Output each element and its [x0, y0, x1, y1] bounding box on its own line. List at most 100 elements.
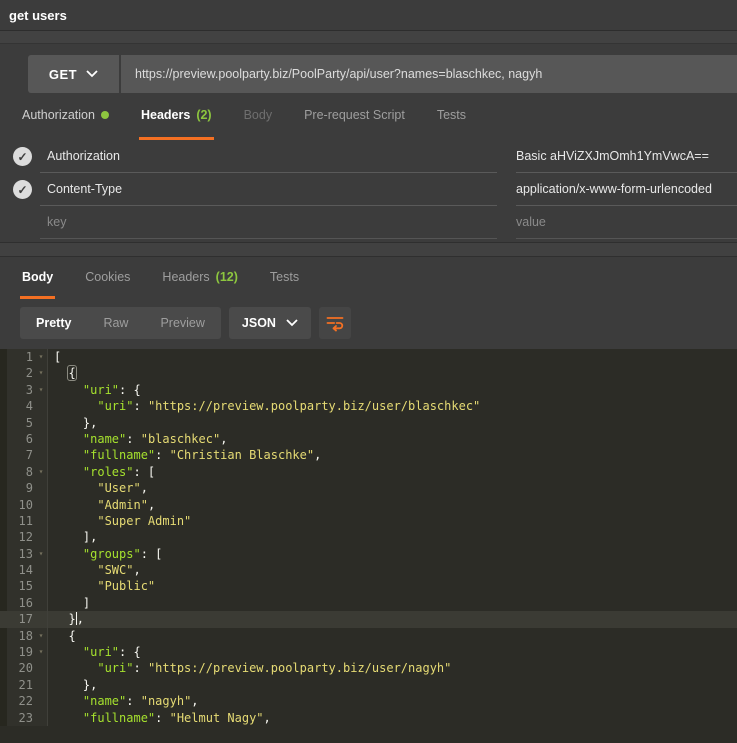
code-text[interactable]: "uri": {	[48, 382, 737, 398]
code-text[interactable]: [	[48, 349, 737, 365]
url-input[interactable]: https://preview.poolparty.biz/PoolParty/…	[121, 55, 737, 93]
header-key-field[interactable]: Authorization	[40, 140, 497, 173]
json-key: "roles"	[83, 465, 134, 479]
fold-arrow-icon[interactable]: ▾	[35, 546, 47, 562]
header-checkbox-cell: ✓	[0, 140, 40, 173]
code-text[interactable]: "uri": "https://preview.poolparty.biz/us…	[48, 398, 737, 414]
json-string: "https://preview.poolparty.biz/user/nagy…	[148, 661, 451, 675]
fold-arrow-icon[interactable]: ▾	[35, 365, 47, 381]
code-text[interactable]: {	[48, 365, 737, 381]
code-text[interactable]: },	[48, 415, 737, 431]
gutter-cell: 23	[0, 710, 48, 726]
line-number: 2	[7, 365, 35, 381]
code-line[interactable]: 12 ],	[0, 529, 737, 545]
fold-arrow-icon[interactable]: ▾	[35, 644, 47, 660]
line-number: 16	[7, 595, 35, 611]
code-line[interactable]: 7 "fullname": "Christian Blaschke",	[0, 447, 737, 463]
code-line[interactable]: 6 "name": "blaschkec",	[0, 431, 737, 447]
line-number: 7	[7, 447, 35, 463]
code-text[interactable]: {	[48, 628, 737, 644]
checked-checkbox-icon[interactable]: ✓	[13, 180, 32, 199]
header-value-field[interactable]: application/x-www-form-urlencoded	[516, 173, 737, 206]
code-line[interactable]: 11 "Super Admin"	[0, 513, 737, 529]
code-text[interactable]: "Public"	[48, 578, 737, 594]
request-tab-pre-request-script[interactable]: Pre-request Script	[302, 93, 407, 140]
code-line[interactable]: 4 "uri": "https://preview.poolparty.biz/…	[0, 398, 737, 414]
code-text[interactable]: "fullname": "Christian Blaschke",	[48, 447, 737, 463]
request-tab-body[interactable]: Body	[242, 93, 275, 140]
code-text[interactable]: "groups": [	[48, 546, 737, 562]
response-tab-cookies[interactable]: Cookies	[83, 257, 132, 299]
code-text[interactable]: },	[48, 677, 737, 693]
code-text[interactable]: "uri": "https://preview.poolparty.biz/us…	[48, 660, 737, 676]
json-punctuation: : {	[119, 383, 141, 397]
code-text[interactable]: "SWC",	[48, 562, 737, 578]
json-punctuation: :	[133, 661, 147, 675]
response-code-editor[interactable]: 1▾[2▾ {3▾ "uri": {4 "uri": "https://prev…	[0, 349, 737, 743]
method-select[interactable]: GET	[28, 55, 119, 93]
gutter-cell: 2▾	[0, 365, 48, 381]
code-line[interactable]: 5 },	[0, 415, 737, 431]
format-select[interactable]: JSON	[229, 307, 311, 339]
code-text[interactable]: "name": "blaschkec",	[48, 431, 737, 447]
code-line[interactable]: 23 "fullname": "Helmut Nagy",	[0, 710, 737, 726]
line-number: 6	[7, 431, 35, 447]
wrap-button[interactable]	[319, 307, 351, 339]
fold-arrow-icon[interactable]: ▾	[35, 464, 47, 480]
code-text[interactable]: "uri": {	[48, 644, 737, 660]
code-text[interactable]: "name": "nagyh",	[48, 693, 737, 709]
code-line[interactable]: 13▾ "groups": [	[0, 546, 737, 562]
code-line[interactable]: 1▾[	[0, 349, 737, 365]
view-mode-raw[interactable]: Raw	[87, 307, 144, 339]
code-line[interactable]: 18▾ {	[0, 628, 737, 644]
view-mode-preview[interactable]: Preview	[144, 307, 220, 339]
checked-checkbox-icon[interactable]: ✓	[13, 147, 32, 166]
code-line[interactable]: 20 "uri": "https://preview.poolparty.biz…	[0, 660, 737, 676]
code-line[interactable]: 21 },	[0, 677, 737, 693]
code-line[interactable]: 8▾ "roles": [	[0, 464, 737, 480]
line-number: 8	[7, 464, 35, 480]
request-tab-authorization[interactable]: Authorization	[20, 93, 111, 140]
request-tab-tests[interactable]: Tests	[435, 93, 468, 140]
header-key-field[interactable]: Content-Type	[40, 173, 497, 206]
tab-count-badge: (12)	[216, 270, 238, 284]
code-line[interactable]: 15 "Public"	[0, 578, 737, 594]
fold-arrow-icon[interactable]: ▾	[35, 628, 47, 644]
column-gap	[497, 140, 516, 173]
view-mode-pretty[interactable]: Pretty	[20, 307, 87, 339]
header-value-field[interactable]: Basic aHViZXJmOmh1YmVwcA==	[516, 140, 737, 173]
line-number: 3	[7, 382, 35, 398]
gutter-cell: 19▾	[0, 644, 48, 660]
code-line[interactable]: 19▾ "uri": {	[0, 644, 737, 660]
code-line[interactable]: 22 "name": "nagyh",	[0, 693, 737, 709]
code-line[interactable]: 16 ]	[0, 595, 737, 611]
fold-arrow-icon[interactable]: ▾	[35, 349, 47, 365]
code-text[interactable]: ],	[48, 529, 737, 545]
header-row: ✓ Content-Type application/x-www-form-urle…	[0, 173, 737, 206]
code-text[interactable]: "Admin",	[48, 497, 737, 513]
json-string: "https://preview.poolparty.biz/user/blas…	[148, 399, 480, 413]
code-text[interactable]: "fullname": "Helmut Nagy",	[48, 710, 737, 726]
code-line[interactable]: 14 "SWC",	[0, 562, 737, 578]
code-text[interactable]: "roles": [	[48, 464, 737, 480]
fold-arrow-icon[interactable]: ▾	[35, 382, 47, 398]
code-line[interactable]: 9 "User",	[0, 480, 737, 496]
code-line[interactable]: 17 },	[0, 611, 737, 627]
json-key: "fullname"	[83, 448, 155, 462]
new-header-key-field[interactable]: key	[40, 206, 497, 239]
new-header-value-field[interactable]: value	[516, 206, 737, 239]
code-text[interactable]: ]	[48, 595, 737, 611]
code-text[interactable]: },	[48, 611, 737, 627]
json-key: "uri"	[97, 399, 133, 413]
response-tab-tests[interactable]: Tests	[268, 257, 301, 299]
code-text[interactable]: "Super Admin"	[48, 513, 737, 529]
code-line[interactable]: 10 "Admin",	[0, 497, 737, 513]
request-title: get users	[9, 8, 67, 23]
response-tabs: Body Cookies Headers(12) Tests	[0, 257, 737, 299]
response-tab-headers[interactable]: Headers(12)	[160, 257, 239, 299]
code-line[interactable]: 3▾ "uri": {	[0, 382, 737, 398]
request-tab-headers[interactable]: Headers(2)	[139, 93, 214, 140]
response-tab-body[interactable]: Body	[20, 257, 55, 299]
code-line[interactable]: 2▾ {	[0, 365, 737, 381]
code-text[interactable]: "User",	[48, 480, 737, 496]
